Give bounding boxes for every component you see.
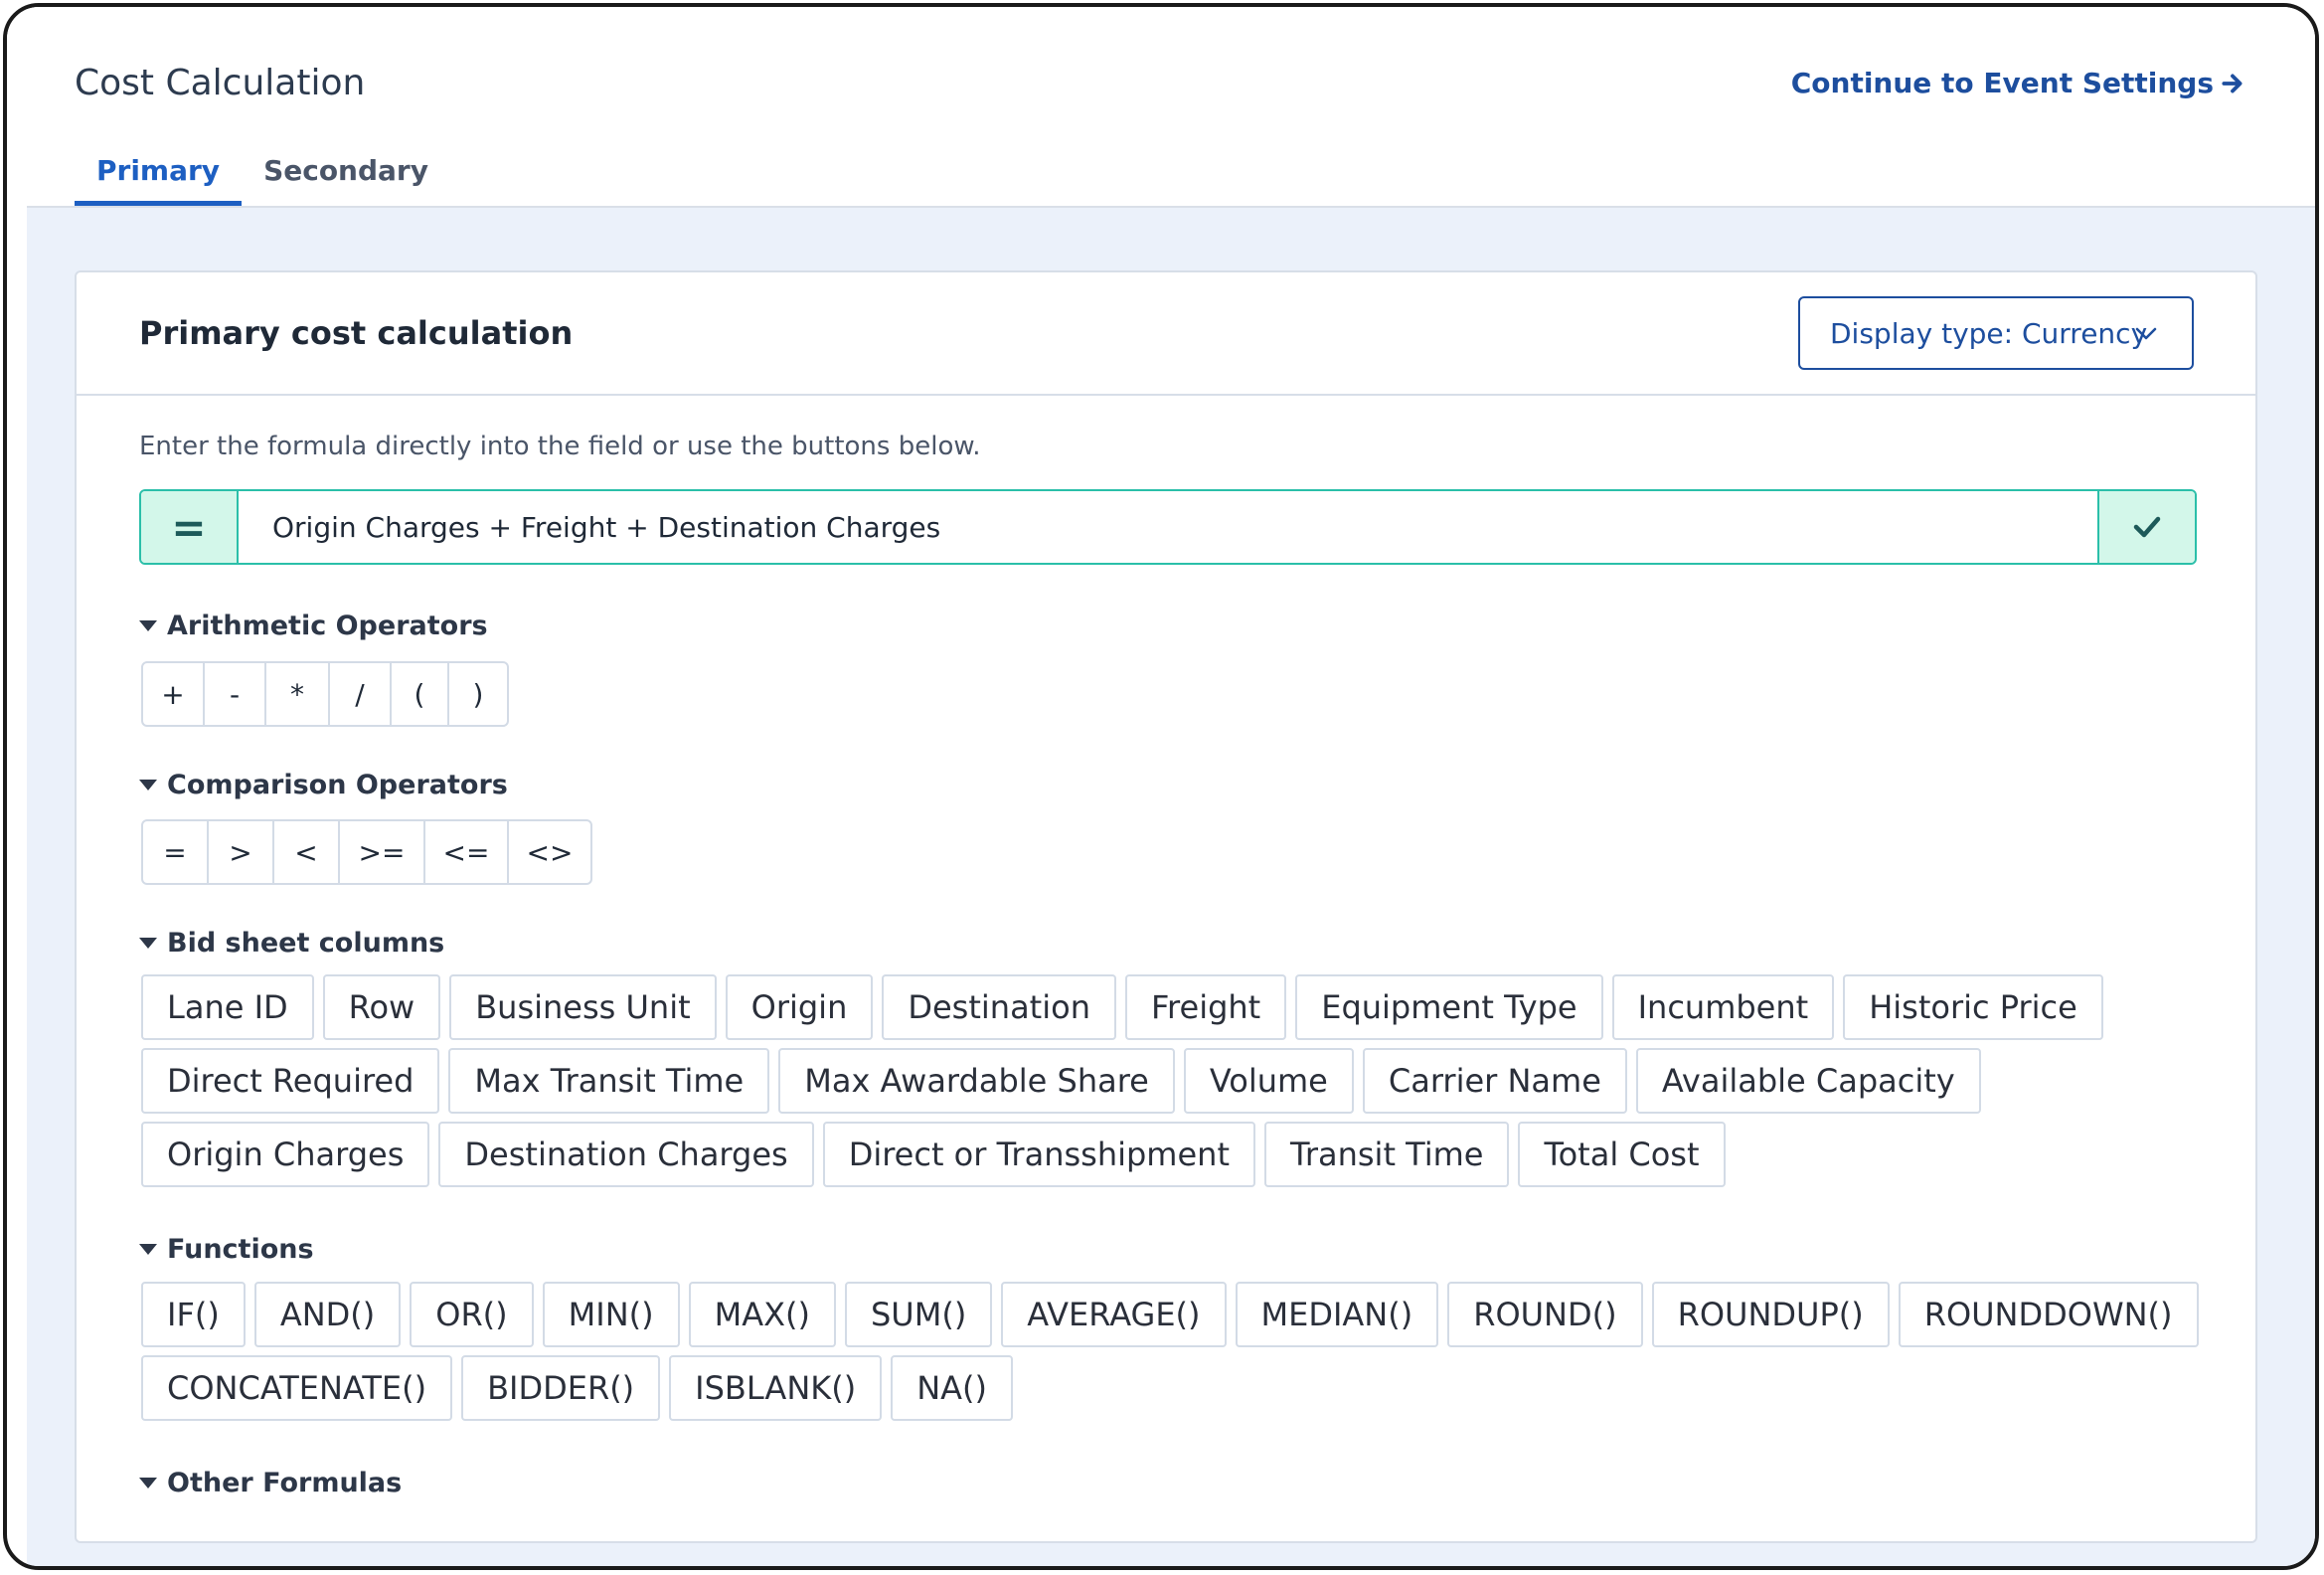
operator-greater-equal-button[interactable]: >= [340, 821, 425, 883]
arrow-right-icon [2222, 74, 2242, 92]
bid-sheet-column-chips: Lane ID Row Business Unit Origin Destination… [141, 974, 2209, 1187]
insert-chip-button[interactable]: Incumbent [1611, 974, 1835, 1040]
insert-chip-button[interactable]: Volume [1183, 1048, 1354, 1114]
comparison-operators-group: = > < >= <= <> [141, 819, 592, 885]
insert-chip-button[interactable]: Origin Charges [141, 1122, 430, 1187]
insert-chip-button[interactable]: Total Cost [1518, 1122, 1726, 1187]
continue-link-label: Continue to Event Settings [1790, 67, 2214, 99]
function-chips: IF() AND() OR() MIN() MAX() SUM() AVERAGE() MED… [141, 1282, 2209, 1421]
operator-open-paren-button[interactable]: ( [392, 663, 449, 725]
section-label: Arithmetic Operators [167, 611, 488, 641]
insert-chip-button[interactable]: Business Unit [449, 974, 717, 1040]
insert-chip-button[interactable]: SUM() [844, 1282, 993, 1347]
caret-down-icon [139, 780, 157, 790]
formula-input[interactable] [241, 491, 2095, 563]
page-title: Cost Calculation [75, 63, 366, 103]
insert-chip-button[interactable]: ROUND() [1447, 1282, 1643, 1347]
insert-chip-button[interactable]: AVERAGE() [1001, 1282, 1227, 1347]
section-label: Bid sheet columns [167, 928, 445, 959]
insert-chip-button[interactable]: ROUNDUP() [1651, 1282, 1890, 1347]
operator-close-paren-button[interactable]: ) [449, 663, 507, 725]
card-header: Primary cost calculation Display type: C… [77, 272, 2255, 396]
tab-bar: Primary Secondary [75, 146, 450, 206]
insert-chip-button[interactable]: MEDIAN() [1235, 1282, 1439, 1347]
insert-chip-button[interactable]: OR() [410, 1282, 534, 1347]
app-window: Cost Calculation Continue to Event Setti… [3, 3, 2319, 1570]
operator-plus-button[interactable]: + [143, 663, 205, 725]
insert-chip-button[interactable]: AND() [253, 1282, 402, 1347]
cost-calculation-card: Primary cost calculation Display type: C… [75, 270, 2257, 1543]
insert-chip-button[interactable]: Row [322, 974, 441, 1040]
bid-sheet-columns-toggle[interactable]: Bid sheet columns [139, 928, 444, 959]
operator-greater-button[interactable]: > [209, 821, 274, 883]
arithmetic-operators-group: + - * / ( ) [141, 661, 509, 727]
arithmetic-operators-toggle[interactable]: Arithmetic Operators [139, 611, 488, 641]
insert-chip-button[interactable]: BIDDER() [461, 1355, 661, 1421]
functions-toggle[interactable]: Functions [139, 1234, 314, 1265]
formula-field: = [139, 489, 2197, 565]
insert-chip-button[interactable]: Lane ID [141, 974, 314, 1040]
formula-hint: Enter the formula directly into the fiel… [139, 432, 981, 461]
operator-minus-button[interactable]: - [205, 663, 266, 725]
validate-formula-button[interactable] [2097, 491, 2195, 563]
other-formulas-toggle[interactable]: Other Formulas [139, 1468, 402, 1498]
insert-chip-button[interactable]: Direct or Transshipment [822, 1122, 1255, 1187]
insert-chip-button[interactable]: Destination [882, 974, 1116, 1040]
insert-chip-button[interactable]: Destination Charges [438, 1122, 814, 1187]
operator-not-equal-button[interactable]: <> [509, 821, 590, 883]
caret-down-icon [139, 1478, 157, 1488]
insert-chip-button[interactable]: Transit Time [1263, 1122, 1510, 1187]
insert-chip-button[interactable]: CONCATENATE() [141, 1355, 453, 1421]
check-icon [2133, 516, 2161, 538]
insert-chip-button[interactable]: MIN() [542, 1282, 680, 1347]
insert-chip-button[interactable]: Max Transit Time [448, 1048, 770, 1114]
section-label: Other Formulas [167, 1468, 403, 1498]
insert-chip-button[interactable]: Direct Required [141, 1048, 440, 1114]
card-title: Primary cost calculation [139, 314, 574, 352]
insert-chip-button[interactable]: ISBLANK() [669, 1355, 883, 1421]
insert-chip-button[interactable]: ROUNDDOWN() [1898, 1282, 2199, 1347]
equals-icon: = [141, 491, 239, 563]
operator-divide-button[interactable]: / [330, 663, 392, 725]
continue-to-event-settings-link[interactable]: Continue to Event Settings [1791, 67, 2245, 99]
caret-down-icon [139, 1244, 157, 1255]
insert-chip-button[interactable]: Origin [725, 974, 874, 1040]
insert-chip-button[interactable]: IF() [141, 1282, 246, 1347]
insert-chip-button[interactable]: NA() [891, 1355, 1013, 1421]
caret-down-icon [139, 620, 157, 631]
chevron-down-icon [2135, 327, 2157, 340]
operator-multiply-button[interactable]: * [266, 663, 330, 725]
section-label: Functions [167, 1234, 314, 1265]
operator-less-button[interactable]: < [274, 821, 340, 883]
operator-less-equal-button[interactable]: <= [425, 821, 509, 883]
top-bar: Cost Calculation Continue to Event Setti… [7, 7, 2315, 206]
insert-chip-button[interactable]: Historic Price [1843, 974, 2103, 1040]
section-label: Comparison Operators [167, 770, 508, 800]
comparison-operators-toggle[interactable]: Comparison Operators [139, 770, 508, 800]
insert-chip-button[interactable]: Available Capacity [1635, 1048, 1981, 1114]
tab-secondary[interactable]: Secondary [242, 146, 450, 206]
tab-primary[interactable]: Primary [75, 146, 243, 206]
display-type-value: Display type: Currency [1830, 316, 2148, 350]
caret-down-icon [139, 938, 157, 949]
insert-chip-button[interactable]: Equipment Type [1295, 974, 1603, 1040]
insert-chip-button[interactable]: MAX() [688, 1282, 836, 1347]
display-type-select[interactable]: Display type: Currency [1798, 296, 2194, 370]
insert-chip-button[interactable]: Carrier Name [1362, 1048, 1627, 1114]
insert-chip-button[interactable]: Freight [1124, 974, 1287, 1040]
operator-equal-button[interactable]: = [143, 821, 209, 883]
insert-chip-button[interactable]: Max Awardable Share [778, 1048, 1175, 1114]
